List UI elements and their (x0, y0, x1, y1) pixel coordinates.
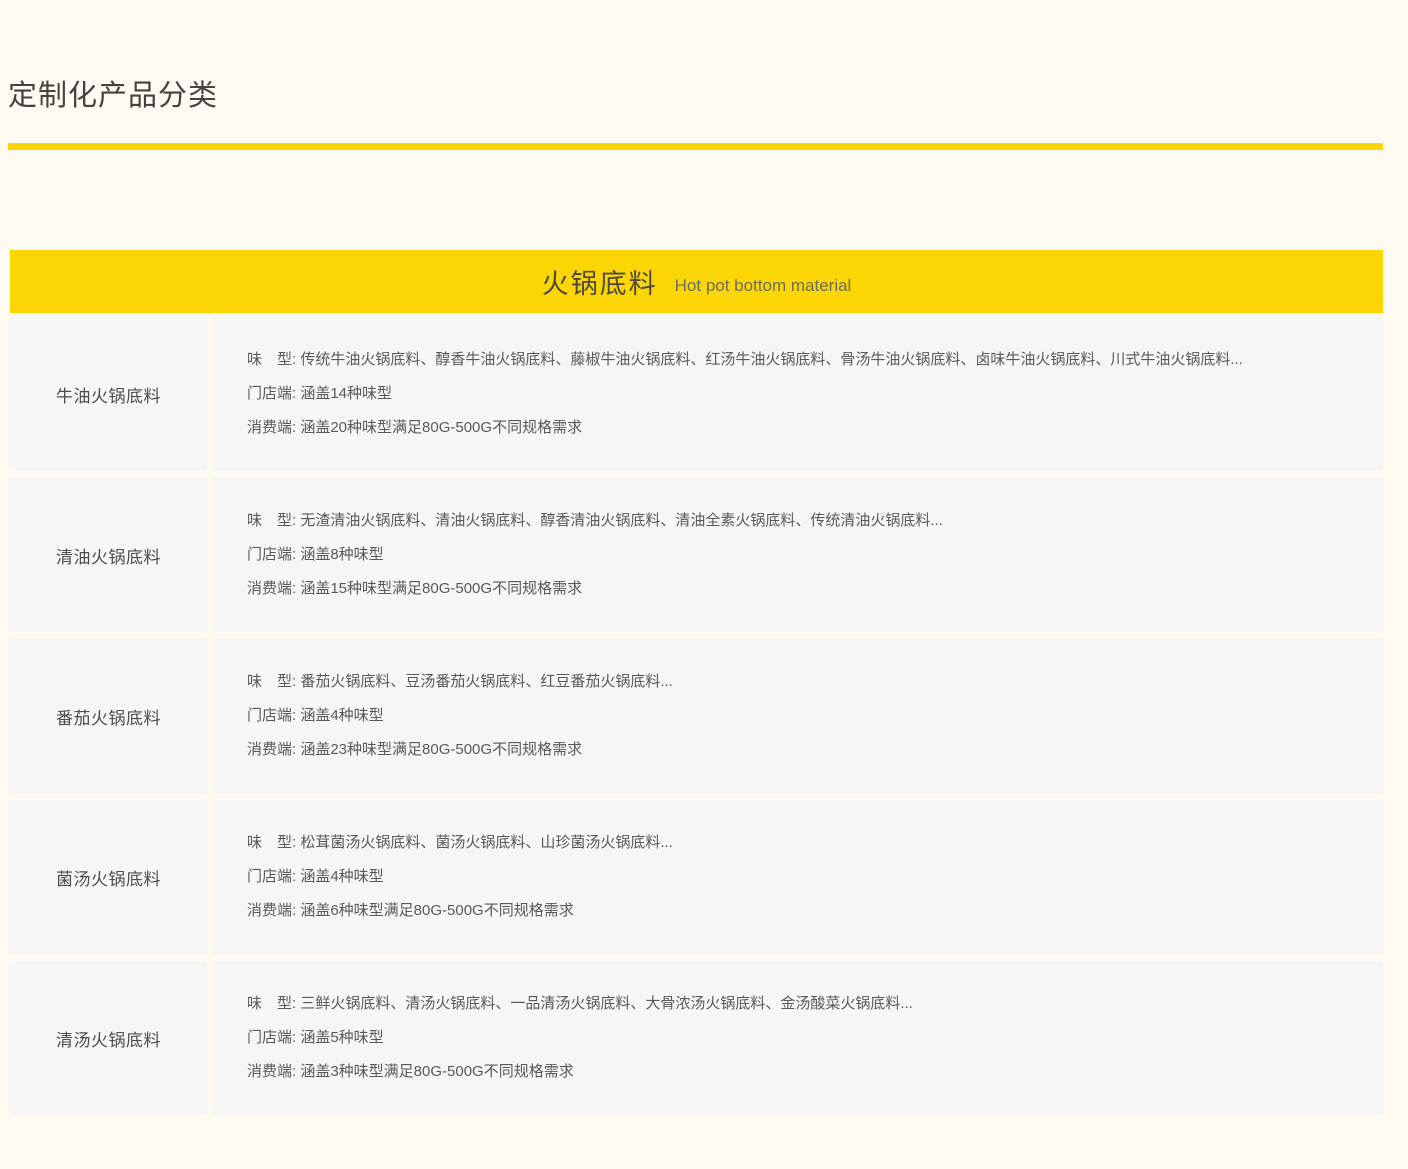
category-details-cell: 味 型: 松茸菌汤火锅底料、菌汤火锅底料、山珍菌汤火锅底料... 门店端: 涵盖… (212, 800, 1383, 954)
table-header: 火锅底料 Hot pot bottom material (10, 250, 1383, 313)
category-details-cell: 味 型: 三鲜火锅底料、清汤火锅底料、一品清汤火锅底料、大骨浓汤火锅底料、金汤酸… (212, 961, 1383, 1115)
consumer-line: 消费端: 涵盖23种味型满足80G-500G不同规格需求 (247, 733, 1359, 767)
consumer-value: 涵盖6种味型满足80G-500G不同规格需求 (300, 902, 573, 919)
page: 定制化产品分类 火锅底料 Hot pot bottom material 牛油火… (0, 0, 1408, 1169)
consumer-line: 消费端: 涵盖6种味型满足80G-500G不同规格需求 (247, 894, 1359, 928)
store-label: 门店端: (247, 868, 300, 885)
category-cell: 番茄火锅底料 (10, 639, 207, 793)
consumer-line: 消费端: 涵盖20种味型满足80G-500G不同规格需求 (247, 411, 1359, 445)
store-value: 涵盖14种味型 (300, 385, 392, 402)
category-label: 牛油火锅底料 (56, 382, 161, 407)
store-line: 门店端: 涵盖14种味型 (247, 377, 1359, 411)
title-divider (8, 143, 1383, 150)
flavor-line: 味 型: 传统牛油火锅底料、醇香牛油火锅底料、藤椒牛油火锅底料、红汤牛油火锅底料… (247, 343, 1359, 377)
table-row: 牛油火锅底料 味 型: 传统牛油火锅底料、醇香牛油火锅底料、藤椒牛油火锅底料、红… (10, 317, 1383, 471)
consumer-value: 涵盖20种味型满足80G-500G不同规格需求 (300, 419, 582, 436)
consumer-line: 消费端: 涵盖3种味型满足80G-500G不同规格需求 (247, 1055, 1359, 1089)
flavor-line: 味 型: 无渣清油火锅底料、清油火锅底料、醇香清油火锅底料、清油全素火锅底料、传… (247, 504, 1359, 538)
product-table: 火锅底料 Hot pot bottom material 牛油火锅底料 味 型:… (10, 250, 1383, 1115)
flavor-value: 三鲜火锅底料、清汤火锅底料、一品清汤火锅底料、大骨浓汤火锅底料、金汤酸菜火锅底料… (300, 995, 913, 1012)
flavor-label: 味 型: (247, 834, 300, 851)
consumer-value: 涵盖3种味型满足80G-500G不同规格需求 (300, 1063, 573, 1080)
category-label: 清油火锅底料 (56, 543, 161, 568)
consumer-label: 消费端: (247, 741, 300, 758)
flavor-label: 味 型: (247, 673, 300, 690)
category-label: 番茄火锅底料 (56, 704, 161, 729)
category-details-cell: 味 型: 番茄火锅底料、豆汤番茄火锅底料、红豆番茄火锅底料... 门店端: 涵盖… (212, 639, 1383, 793)
flavor-line: 味 型: 番茄火锅底料、豆汤番茄火锅底料、红豆番茄火锅底料... (247, 665, 1359, 699)
store-value: 涵盖4种味型 (300, 868, 383, 885)
store-value: 涵盖8种味型 (300, 546, 383, 563)
consumer-line: 消费端: 涵盖15种味型满足80G-500G不同规格需求 (247, 572, 1359, 606)
flavor-label: 味 型: (247, 512, 300, 529)
category-details-cell: 味 型: 传统牛油火锅底料、醇香牛油火锅底料、藤椒牛油火锅底料、红汤牛油火锅底料… (212, 317, 1383, 471)
table-row: 番茄火锅底料 味 型: 番茄火锅底料、豆汤番茄火锅底料、红豆番茄火锅底料... … (10, 639, 1383, 793)
consumer-label: 消费端: (247, 580, 300, 597)
flavor-label: 味 型: (247, 995, 300, 1012)
table-title-zh: 火锅底料 (542, 262, 658, 301)
store-line: 门店端: 涵盖8种味型 (247, 538, 1359, 572)
category-details-cell: 味 型: 无渣清油火锅底料、清油火锅底料、醇香清油火锅底料、清油全素火锅底料、传… (212, 478, 1383, 632)
table-body: 牛油火锅底料 味 型: 传统牛油火锅底料、醇香牛油火锅底料、藤椒牛油火锅底料、红… (10, 317, 1383, 1115)
store-label: 门店端: (247, 707, 300, 724)
flavor-value: 番茄火锅底料、豆汤番茄火锅底料、红豆番茄火锅底料... (300, 673, 673, 690)
flavor-value: 传统牛油火锅底料、醇香牛油火锅底料、藤椒牛油火锅底料、红汤牛油火锅底料、骨汤牛油… (300, 351, 1243, 368)
store-label: 门店端: (247, 546, 300, 563)
store-line: 门店端: 涵盖4种味型 (247, 699, 1359, 733)
table-title-en: Hot pot bottom material (675, 268, 852, 296)
category-cell: 菌汤火锅底料 (10, 800, 207, 954)
consumer-value: 涵盖15种味型满足80G-500G不同规格需求 (300, 580, 582, 597)
store-line: 门店端: 涵盖5种味型 (247, 1021, 1359, 1055)
store-value: 涵盖5种味型 (300, 1029, 383, 1046)
consumer-label: 消费端: (247, 419, 300, 436)
consumer-label: 消费端: (247, 1063, 300, 1080)
flavor-value: 无渣清油火锅底料、清油火锅底料、醇香清油火锅底料、清油全素火锅底料、传统清油火锅… (300, 512, 943, 529)
consumer-label: 消费端: (247, 902, 300, 919)
flavor-value: 松茸菌汤火锅底料、菌汤火锅底料、山珍菌汤火锅底料... (300, 834, 673, 851)
flavor-line: 味 型: 三鲜火锅底料、清汤火锅底料、一品清汤火锅底料、大骨浓汤火锅底料、金汤酸… (247, 987, 1359, 1021)
flavor-line: 味 型: 松茸菌汤火锅底料、菌汤火锅底料、山珍菌汤火锅底料... (247, 826, 1359, 860)
table-row: 清油火锅底料 味 型: 无渣清油火锅底料、清油火锅底料、醇香清油火锅底料、清油全… (10, 478, 1383, 632)
table-row: 清汤火锅底料 味 型: 三鲜火锅底料、清汤火锅底料、一品清汤火锅底料、大骨浓汤火… (10, 961, 1383, 1115)
table-row: 菌汤火锅底料 味 型: 松茸菌汤火锅底料、菌汤火锅底料、山珍菌汤火锅底料... … (10, 800, 1383, 954)
store-line: 门店端: 涵盖4种味型 (247, 860, 1359, 894)
category-cell: 清油火锅底料 (10, 478, 207, 632)
category-cell: 清汤火锅底料 (10, 961, 207, 1115)
store-label: 门店端: (247, 1029, 300, 1046)
category-label: 清汤火锅底料 (56, 1026, 161, 1051)
page-title: 定制化产品分类 (8, 72, 218, 114)
category-cell: 牛油火锅底料 (10, 317, 207, 471)
category-label: 菌汤火锅底料 (56, 865, 161, 890)
store-label: 门店端: (247, 385, 300, 402)
consumer-value: 涵盖23种味型满足80G-500G不同规格需求 (300, 741, 582, 758)
flavor-label: 味 型: (247, 351, 300, 368)
store-value: 涵盖4种味型 (300, 707, 383, 724)
